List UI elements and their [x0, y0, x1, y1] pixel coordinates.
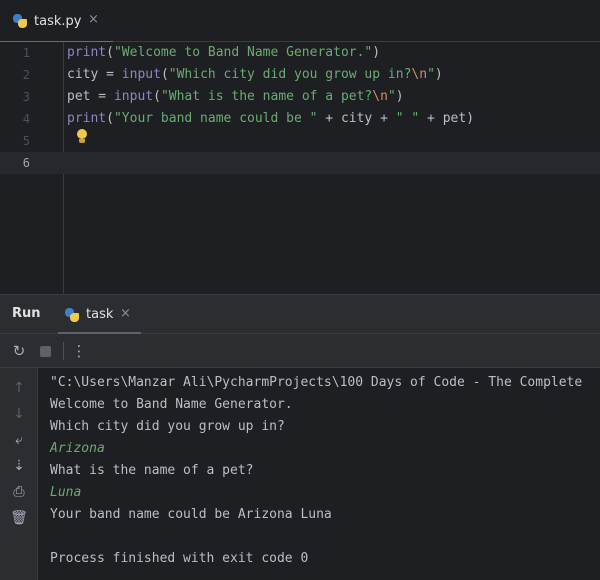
run-tab-label: task [86, 307, 114, 322]
console-output-line: What is the name of a pet? [50, 463, 254, 478]
code-text: print("Your band name could be " + city … [67, 108, 474, 130]
code-text: print("Welcome to Band Name Generator.") [67, 42, 380, 64]
more-options-icon[interactable]: ⋮ [70, 342, 88, 360]
code-text: city = input("Which city did you grow up… [67, 64, 443, 86]
code-token: ( [106, 45, 114, 60]
run-panel-title: Run [12, 306, 41, 321]
code-line[interactable]: 2 city = input("Which city did you grow u… [0, 64, 600, 86]
code-editor[interactable]: 1 print("Welcome to Band Name Generator."… [0, 42, 600, 294]
next-occurrence-icon[interactable]: ↓ [9, 404, 29, 424]
code-token: input [113, 89, 154, 104]
code-token: ) [434, 67, 443, 82]
code-line[interactable]: 4 print("Your band name could be " + city… [0, 108, 600, 130]
toolbar-divider [63, 342, 64, 360]
stop-button[interactable] [36, 342, 54, 360]
line-number: 6 [22, 156, 30, 170]
code-token: + pet) [419, 111, 475, 126]
code-token: ( [153, 89, 161, 104]
intention-bulb-icon[interactable] [76, 129, 88, 145]
console-output-line: Your band name could be Arizona Luna [50, 507, 332, 522]
soft-wrap-icon[interactable]: ⤶ [9, 430, 29, 450]
code-token: "Which city did you grow up in? [168, 67, 412, 82]
python-file-icon [12, 13, 28, 29]
code-line[interactable]: 3 pet = input("What is the name of a pet?… [0, 86, 600, 108]
code-line[interactable]: 1 print("Welcome to Band Name Generator."… [0, 42, 600, 64]
clear-all-trash-icon[interactable]: 🗑 [9, 508, 29, 528]
print-icon[interactable]: ⎙ [9, 482, 29, 502]
code-token: print [67, 111, 107, 126]
code-token: ( [106, 111, 114, 126]
line-number: 3 [22, 90, 30, 104]
scroll-to-end-icon[interactable]: ⇣ [9, 456, 29, 476]
previous-occurrence-icon[interactable]: ↑ [9, 378, 29, 398]
code-token: \n [372, 89, 388, 104]
run-tool-window-header: Run task × [0, 294, 600, 334]
editor-tab-label: task.py [34, 13, 82, 29]
code-token: city = [67, 67, 122, 82]
run-tab-task[interactable]: task × [58, 295, 141, 334]
code-token: pet = [67, 89, 114, 104]
code-line[interactable]: 5 [0, 130, 600, 152]
console-output-line: "C:\Users\Manzar Ali\PycharmProjects\100… [50, 375, 583, 390]
console-output-line: Welcome to Band Name Generator. [50, 397, 293, 412]
rerun-icon[interactable]: ↻ [10, 342, 28, 360]
code-token: " [387, 89, 396, 104]
console-side-toolbar: ↑ ↓ ⤶ ⇣ ⎙ 🗑 [0, 368, 38, 580]
python-run-config-icon [64, 307, 80, 323]
code-token: + city + [317, 111, 396, 126]
code-text: pet = input("What is the name of a pet?\… [67, 86, 404, 108]
code-token: "What is the name of a pet? [160, 89, 373, 104]
code-token: "Your band name could be " [113, 111, 318, 126]
line-number: 4 [22, 112, 30, 126]
code-token: "Welcome to Band Name Generator." [113, 45, 373, 60]
line-number: 2 [22, 68, 30, 82]
line-number: 5 [22, 134, 30, 148]
stop-icon [39, 345, 51, 357]
code-token: input [121, 67, 161, 82]
code-token: ) [372, 45, 381, 60]
console-user-input: Luna [50, 485, 82, 500]
run-console-output[interactable]: "C:\Users\Manzar Ali\PycharmProjects\100… [38, 368, 600, 580]
code-token: " [427, 67, 435, 82]
code-token: \n [411, 67, 428, 82]
code-token: ) [395, 89, 404, 104]
code-token: ( [160, 67, 169, 82]
line-number: 1 [22, 46, 30, 60]
close-run-tab-icon[interactable]: × [120, 306, 131, 321]
console-output-line: Which city did you grow up in? [50, 419, 285, 434]
code-token: " " [395, 111, 420, 126]
close-tab-icon[interactable]: × [88, 12, 99, 27]
editor-tab-task-py[interactable]: task.py × [0, 0, 113, 43]
code-token: print [67, 45, 107, 60]
code-line[interactable]: 6 [0, 152, 600, 174]
console-output-line: Process finished with exit code 0 [50, 551, 309, 566]
editor-tab-bar: task.py × [0, 0, 600, 43]
run-toolbar: ↻ ⋮ [0, 334, 600, 368]
console-user-input: Arizona [50, 441, 105, 456]
